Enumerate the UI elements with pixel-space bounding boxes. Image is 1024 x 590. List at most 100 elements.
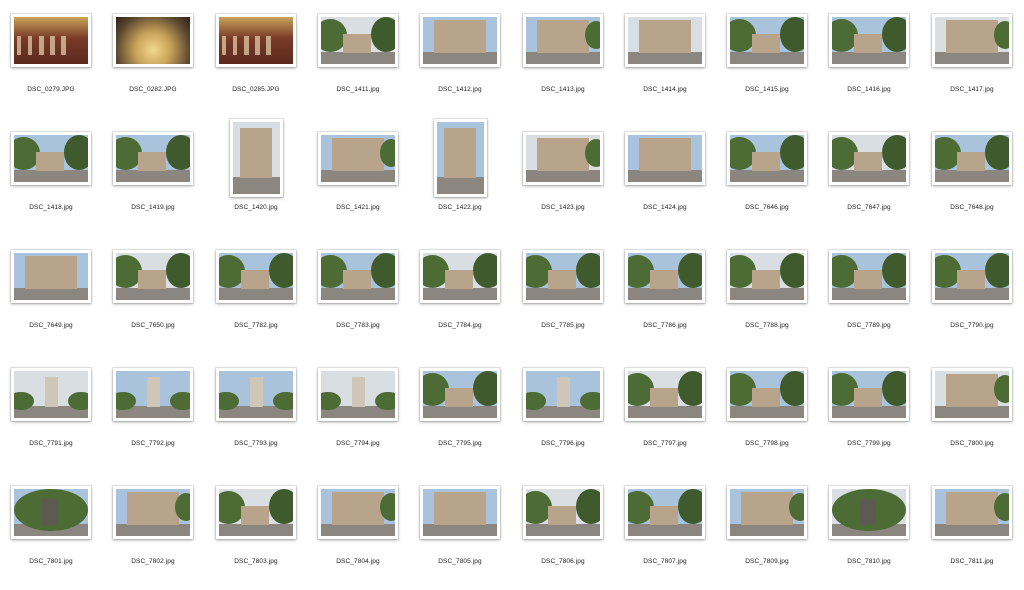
file-item[interactable]: DSC_7810.jpg <box>818 472 920 590</box>
file-item[interactable]: DSC_7803.jpg <box>205 472 307 590</box>
thumbnail-image[interactable] <box>113 367 193 421</box>
file-item[interactable]: DSC_7800.jpg <box>921 354 1023 472</box>
thumbnail-image[interactable] <box>113 485 193 539</box>
file-item[interactable]: DSC_1413.jpg <box>512 0 614 118</box>
file-item[interactable]: DSC_7806.jpg <box>512 472 614 590</box>
file-item[interactable]: DSC_7784.jpg <box>409 236 511 354</box>
file-item[interactable]: DSC_7647.jpg <box>818 118 920 236</box>
file-item[interactable]: DSC_7805.jpg <box>409 472 511 590</box>
file-item[interactable]: DSC_7789.jpg <box>818 236 920 354</box>
file-name-label[interactable]: DSC_7800.jpg <box>921 440 1023 447</box>
file-name-label[interactable]: DSC_7803.jpg <box>205 558 307 565</box>
thumbnail-image[interactable] <box>113 13 193 67</box>
file-item[interactable]: DSC_1420.jpg <box>205 118 307 236</box>
thumbnail-image[interactable] <box>727 249 807 303</box>
file-item[interactable]: DSC_1418.jpg <box>0 118 102 236</box>
file-name-label[interactable]: DSC_7650.jpg <box>102 322 204 329</box>
thumbnail-image[interactable] <box>420 13 500 67</box>
file-item[interactable]: DSC_7792.jpg <box>102 354 204 472</box>
thumbnail-image[interactable] <box>433 119 487 197</box>
thumbnail-image[interactable] <box>318 367 398 421</box>
thumbnail-image[interactable] <box>318 249 398 303</box>
file-item[interactable]: DSC_1422.jpg <box>409 118 511 236</box>
file-name-label[interactable]: DSC_1411.jpg <box>307 86 409 93</box>
thumbnail-image[interactable] <box>829 131 909 185</box>
thumbnail-image[interactable] <box>932 485 1012 539</box>
file-name-label[interactable]: DSC_7794.jpg <box>307 440 409 447</box>
file-name-label[interactable]: DSC_1417.jpg <box>921 86 1023 93</box>
file-item[interactable]: DSC_7802.jpg <box>102 472 204 590</box>
file-name-label[interactable]: DSC_1413.jpg <box>512 86 614 93</box>
file-item[interactable]: DSC_1417.jpg <box>921 0 1023 118</box>
file-name-label[interactable]: DSC_7795.jpg <box>409 440 511 447</box>
file-item[interactable]: DSC_0282.JPG <box>102 0 204 118</box>
file-item[interactable]: DSC_7791.jpg <box>0 354 102 472</box>
file-name-label[interactable]: DSC_7789.jpg <box>818 322 920 329</box>
file-name-label[interactable]: DSC_7802.jpg <box>102 558 204 565</box>
thumbnail-image[interactable] <box>318 131 398 185</box>
file-item[interactable]: DSC_1419.jpg <box>102 118 204 236</box>
thumbnail-image[interactable] <box>318 13 398 67</box>
file-name-label[interactable]: DSC_7807.jpg <box>614 558 716 565</box>
thumbnail-image[interactable] <box>113 131 193 185</box>
file-item[interactable]: DSC_0279.JPG <box>0 0 102 118</box>
file-name-label[interactable]: DSC_7646.jpg <box>716 204 818 211</box>
thumbnail-image[interactable] <box>932 13 1012 67</box>
file-item[interactable]: DSC_7796.jpg <box>512 354 614 472</box>
file-name-label[interactable]: DSC_1414.jpg <box>614 86 716 93</box>
file-item[interactable]: DSC_7801.jpg <box>0 472 102 590</box>
thumbnail-image[interactable] <box>420 367 500 421</box>
file-item[interactable]: DSC_7807.jpg <box>614 472 716 590</box>
file-name-label[interactable]: DSC_7793.jpg <box>205 440 307 447</box>
file-name-label[interactable]: DSC_7797.jpg <box>614 440 716 447</box>
thumbnail-image[interactable] <box>829 13 909 67</box>
file-item[interactable]: DSC_7785.jpg <box>512 236 614 354</box>
file-name-label[interactable]: DSC_7804.jpg <box>307 558 409 565</box>
file-item[interactable]: DSC_7799.jpg <box>818 354 920 472</box>
file-name-label[interactable]: DSC_7649.jpg <box>0 322 102 329</box>
thumbnail-image[interactable] <box>829 485 909 539</box>
file-item[interactable]: DSC_7811.jpg <box>921 472 1023 590</box>
file-name-label[interactable]: DSC_1416.jpg <box>818 86 920 93</box>
file-name-label[interactable]: DSC_7792.jpg <box>102 440 204 447</box>
file-name-label[interactable]: DSC_7809.jpg <box>716 558 818 565</box>
file-name-label[interactable]: DSC_1423.jpg <box>512 204 614 211</box>
file-name-label[interactable]: DSC_1421.jpg <box>307 204 409 211</box>
file-item[interactable]: DSC_7794.jpg <box>307 354 409 472</box>
file-item[interactable]: DSC_7795.jpg <box>409 354 511 472</box>
file-name-label[interactable]: DSC_7810.jpg <box>818 558 920 565</box>
file-name-label[interactable]: DSC_7782.jpg <box>205 322 307 329</box>
file-item[interactable]: DSC_7788.jpg <box>716 236 818 354</box>
file-name-label[interactable]: DSC_7799.jpg <box>818 440 920 447</box>
file-item[interactable]: DSC_7650.jpg <box>102 236 204 354</box>
file-name-label[interactable]: DSC_1412.jpg <box>409 86 511 93</box>
file-name-label[interactable]: DSC_7785.jpg <box>512 322 614 329</box>
file-item[interactable]: DSC_1421.jpg <box>307 118 409 236</box>
file-name-label[interactable]: DSC_7811.jpg <box>921 558 1023 565</box>
thumbnail-image[interactable] <box>932 131 1012 185</box>
thumbnail-image[interactable] <box>11 367 91 421</box>
thumbnail-image[interactable] <box>523 131 603 185</box>
file-name-label[interactable]: DSC_7788.jpg <box>716 322 818 329</box>
file-item[interactable]: DSC_1411.jpg <box>307 0 409 118</box>
file-item[interactable]: DSC_7646.jpg <box>716 118 818 236</box>
file-item[interactable]: DSC_1415.jpg <box>716 0 818 118</box>
file-name-label[interactable]: DSC_7783.jpg <box>307 322 409 329</box>
thumbnail-image[interactable] <box>625 367 705 421</box>
thumbnail-image[interactable] <box>229 119 283 197</box>
thumbnail-image[interactable] <box>420 249 500 303</box>
file-name-label[interactable]: DSC_7784.jpg <box>409 322 511 329</box>
file-name-label[interactable]: DSC_1420.jpg <box>205 204 307 211</box>
thumbnail-image[interactable] <box>625 249 705 303</box>
file-item[interactable]: DSC_1412.jpg <box>409 0 511 118</box>
file-name-label[interactable]: DSC_7648.jpg <box>921 204 1023 211</box>
thumbnail-image[interactable] <box>11 485 91 539</box>
file-item[interactable]: DSC_7797.jpg <box>614 354 716 472</box>
thumbnail-image[interactable] <box>625 485 705 539</box>
file-name-label[interactable]: DSC_7790.jpg <box>921 322 1023 329</box>
file-item[interactable]: DSC_7649.jpg <box>0 236 102 354</box>
file-name-label[interactable]: DSC_7791.jpg <box>0 440 102 447</box>
thumbnail-image[interactable] <box>829 249 909 303</box>
file-name-label[interactable]: DSC_1424.jpg <box>614 204 716 211</box>
file-item[interactable]: DSC_7798.jpg <box>716 354 818 472</box>
